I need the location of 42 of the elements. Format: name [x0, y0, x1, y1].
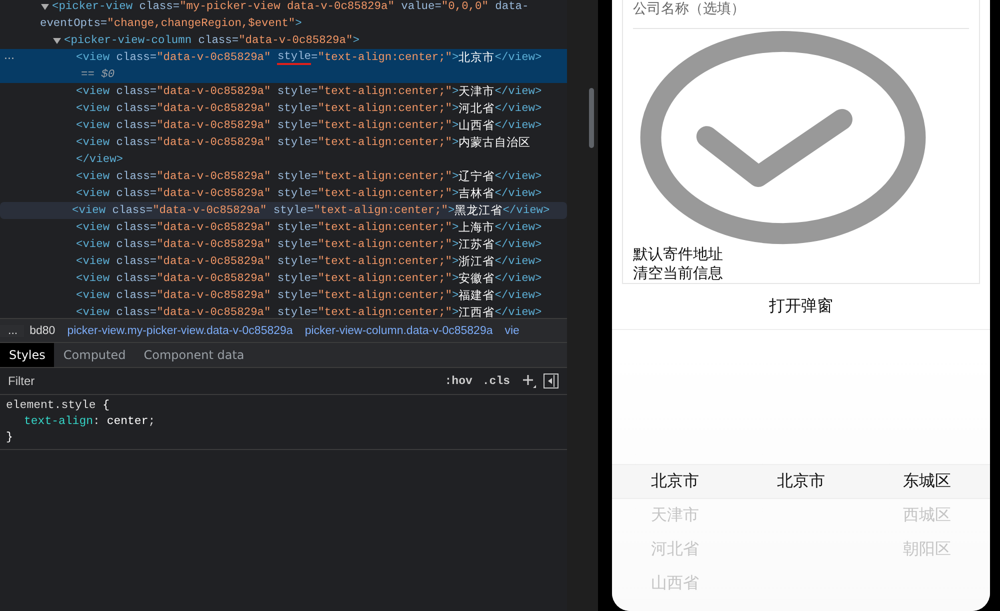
code-line: <view class="data-v-0c85829a" style="text-align:center;">吉林省</view> — [75, 185, 543, 202]
breadcrumb-link[interactable]: picker-view.my-picker-view.data-v-0c85829a — [61, 324, 299, 336]
picker-option[interactable]: 北京市 — [777, 464, 825, 498]
more-options-button[interactable]: ... — [4, 49, 14, 63]
toggle-button[interactable]: :hov — [440, 374, 478, 388]
breadcrumb-link[interactable]: picker-view-column.data-v-0c85829a — [298, 324, 499, 336]
code-line: <view class="data-v-0c85829a" style="text-align:center;">河北省</view> — [75, 100, 543, 117]
code-line: <view class="data-v-0c85829a" style="text-align:center;">北京市</view> — [75, 49, 543, 66]
code-line: <view class="data-v-0c85829a" style="text-align:center;">天津市</view> — [75, 83, 543, 100]
selected-node-row[interactable]: ... <view class="data-v-0c85829a" style="text-align:center;">北京市</view> == $0 — [0, 49, 567, 83]
code-line: <view class="data-v-0c85829a" style="text-align:center;">福建省</view> — [75, 287, 543, 304]
code-line: == $0 — [80, 68, 116, 82]
code-line: </view> — [75, 152, 124, 168]
company-name-field[interactable]: 公司名称（选填） — [633, 0, 969, 29]
code-line: <view class="data-v-0c85829a" style="text-align:center;">辽宁省</view> — [75, 168, 543, 185]
code-line: <view class="data-v-0c85829a" style="text-align:center;">江西省</view> — [75, 304, 543, 318]
panel-tab[interactable]: Styles — [0, 343, 54, 367]
code-line: <view class="data-v-0c85829a" style="text-align:center;">浙江省</view> — [75, 253, 543, 270]
code-line: <view class="data-v-0c85829a" style="text-align:center;">山西省</view> — [75, 117, 543, 134]
code-line: eventOpts="change,changeRegion,$event"> — [39, 16, 303, 32]
picker-option[interactable]: 北京市 — [651, 464, 699, 498]
code-line: <picker-view class="my-picker-view data-v-0c85829a" value="0,0,0" data- — [0, 0, 567, 15]
expand-arrow-icon[interactable] — [52, 36, 62, 46]
picker-option[interactable]: 东城区 — [903, 464, 951, 498]
breadcrumb-link[interactable]: vie — [498, 324, 526, 336]
code-line: <view class="data-v-0c85829a" style="text-align:center;">上海市</view> — [75, 219, 543, 236]
breadcrumb-more-button[interactable]: ... — [0, 324, 24, 336]
toggle-button[interactable]: .cls — [477, 374, 515, 388]
link-text[interactable]: 默认寄件地址 — [633, 245, 969, 264]
panel-tab[interactable]: Computed — [54, 343, 135, 367]
sidebar-toggle-icon[interactable] — [543, 373, 559, 389]
add-icon[interactable] — [521, 373, 537, 389]
code-line: <view class="data-v-0c85829a" style="text-align:center;">江苏省</view> — [75, 236, 543, 253]
style-rule: element.style { text-align: center; } — [0, 395, 567, 450]
scrollbar-thumb[interactable] — [589, 88, 594, 148]
code-line: <view class="data-v-0c85829a" style="text-align:center;">安徽省</view> — [75, 270, 543, 287]
code-line: <view class="data-v-0c85829a" style="text-align:center;">内蒙古自治区 — [75, 134, 532, 151]
panel-tab[interactable]: Component data — [134, 343, 254, 367]
expand-arrow-icon[interactable] — [40, 2, 50, 12]
breadcrumb-link[interactable]: bd80 — [24, 324, 62, 336]
link-text[interactable]: 清空当前信息 — [633, 264, 969, 283]
code-line: <picker-view-column class="data-v-0c85829a"> — [0, 32, 567, 49]
